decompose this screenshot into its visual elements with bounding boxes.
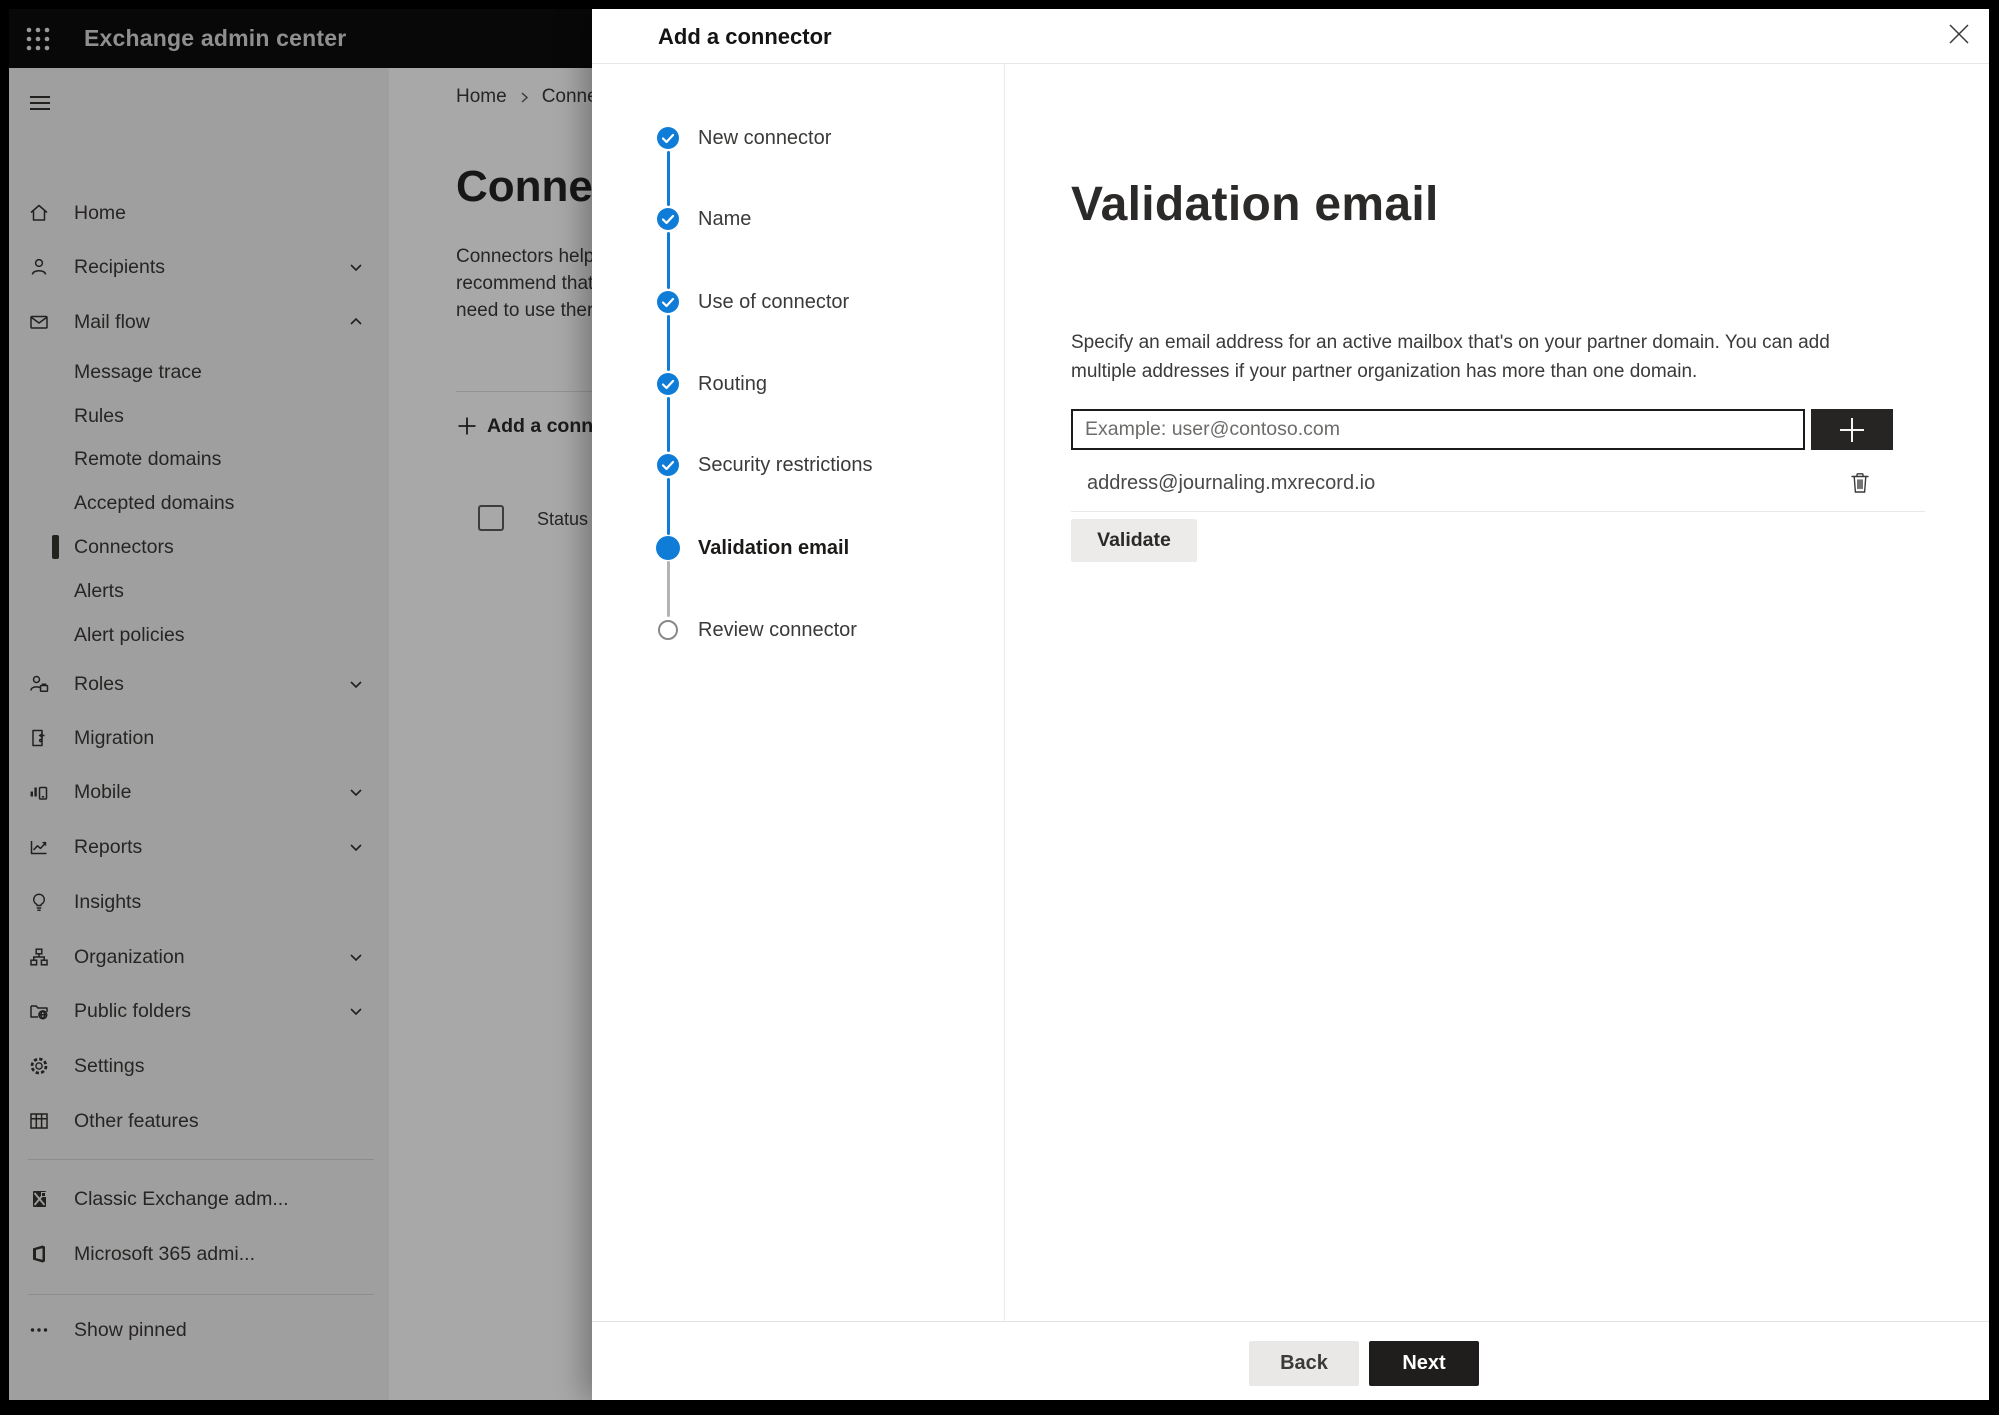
- wizard-step-review-connector[interactable]: Review connector: [592, 608, 1002, 652]
- panel-title: Add a connector: [658, 24, 832, 49]
- plus-icon: [1840, 417, 1864, 442]
- wizard-step-new-connector[interactable]: New connector: [592, 116, 1002, 160]
- step-current-dot: [656, 536, 680, 560]
- step-label: Validation email: [698, 537, 850, 559]
- step-completed-check-icon: [657, 208, 679, 230]
- panel-header-divider: [592, 63, 1989, 64]
- step-label: Review connector: [698, 619, 857, 641]
- wizard-step-validation-email[interactable]: Validation email: [592, 526, 1002, 570]
- trash-icon: [1851, 473, 1869, 493]
- wizard-column-divider: [1004, 64, 1005, 1321]
- added-email-address: address@journaling.mxrecord.io: [1087, 472, 1376, 494]
- validate-button[interactable]: Validate: [1071, 519, 1197, 562]
- add-connector-panel: Add a connector New connector Name Use o…: [592, 9, 1989, 1400]
- step-upcoming-dot: [658, 620, 678, 640]
- wizard-step-security-restrictions[interactable]: Security restrictions: [592, 443, 1002, 487]
- next-button[interactable]: Next: [1369, 1341, 1479, 1386]
- wizard-step-use-of-connector[interactable]: Use of connector: [592, 280, 1002, 324]
- delete-address-button[interactable]: [1844, 467, 1876, 499]
- validation-email-input[interactable]: [1071, 409, 1805, 450]
- step-completed-check-icon: [657, 373, 679, 395]
- close-icon: [1949, 24, 1969, 44]
- modal-backdrop: [9, 9, 592, 1400]
- step-page-description: Specify an email address for an active m…: [1071, 332, 1830, 382]
- add-email-button[interactable]: [1811, 409, 1893, 450]
- step-label: New connector: [698, 127, 832, 149]
- step-label: Security restrictions: [698, 454, 873, 476]
- close-button[interactable]: [1940, 15, 1978, 53]
- panel-footer-divider: [592, 1321, 1989, 1322]
- step-label: Name: [698, 208, 752, 230]
- step-page-heading: Validation email: [1071, 178, 1439, 231]
- back-button[interactable]: Back: [1249, 1341, 1359, 1386]
- wizard-step-name[interactable]: Name: [592, 197, 1002, 241]
- wizard-step-routing[interactable]: Routing: [592, 362, 1002, 406]
- step-completed-check-icon: [657, 291, 679, 313]
- screen: Exchange admin center Home Recipients Ma…: [9, 9, 1989, 1400]
- step-label: Use of connector: [698, 291, 850, 313]
- content-divider: [1071, 511, 1925, 512]
- step-label: Routing: [698, 373, 767, 395]
- step-completed-check-icon: [657, 127, 679, 149]
- step-completed-check-icon: [657, 454, 679, 476]
